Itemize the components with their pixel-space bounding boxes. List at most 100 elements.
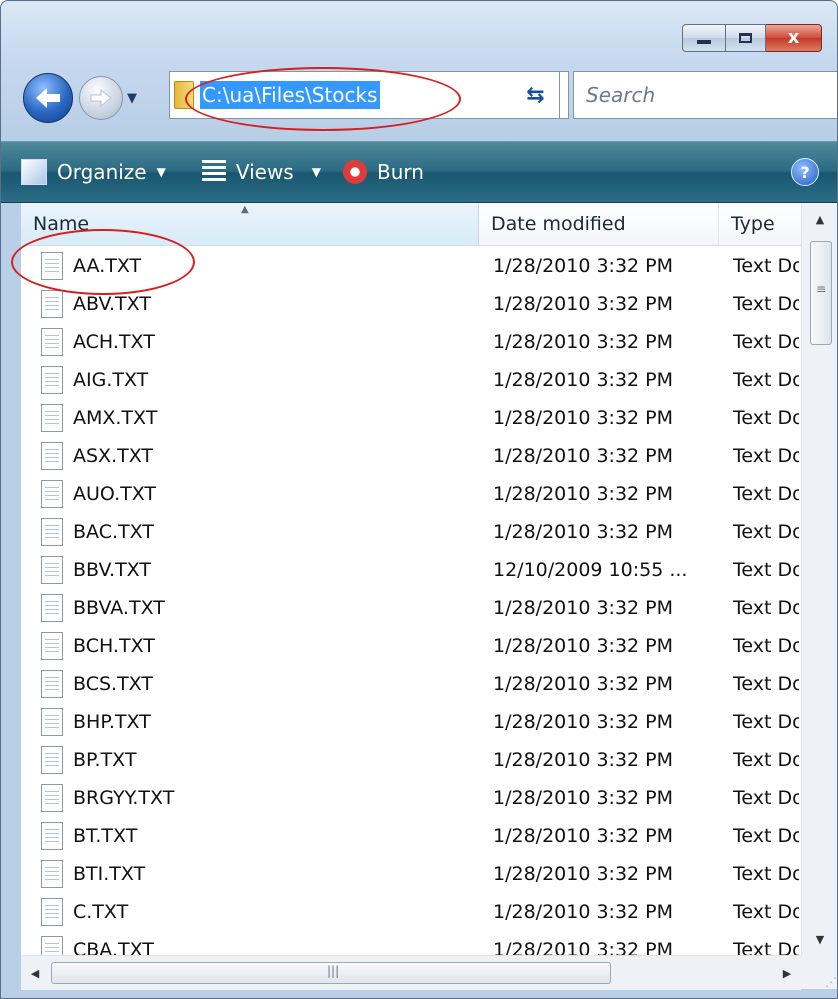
forward-button[interactable]	[79, 76, 123, 120]
column-header-date-modified[interactable]: Date modified	[479, 203, 719, 245]
file-name: ACH.TXT	[73, 331, 155, 353]
file-name: AIG.TXT	[73, 369, 149, 391]
table-row[interactable]: ABV.TXT 1/28/2010 3:32 PM Text Document	[21, 285, 801, 323]
refresh-button[interactable]: ⇆	[512, 71, 560, 119]
file-date: 1/28/2010 3:32 PM	[493, 407, 674, 429]
recent-pages-dropdown-icon[interactable]: ▼	[127, 91, 137, 106]
table-row[interactable]: AIG.TXT 1/28/2010 3:32 PM Text Document	[21, 361, 801, 399]
text-file-icon	[41, 442, 63, 470]
file-name: C.TXT	[73, 901, 129, 923]
file-date: 12/10/2009 10:55 ...	[493, 559, 688, 581]
file-type: Text Document	[733, 255, 799, 277]
table-row[interactable]: BRGYY.TXT 1/28/2010 3:32 PM Text Documen…	[21, 779, 801, 817]
file-type: Text Document	[733, 939, 799, 955]
file-date: 1/28/2010 3:32 PM	[493, 597, 674, 619]
text-file-icon	[41, 898, 63, 926]
file-type: Text Document	[733, 863, 799, 885]
file-date: 1/28/2010 3:32 PM	[493, 749, 674, 771]
address-bar[interactable]: C:\ua\Files\Stocks ▼	[169, 71, 569, 119]
file-name: BP.TXT	[73, 749, 137, 771]
refresh-icon: ⇆	[526, 82, 545, 108]
table-row[interactable]: BAC.TXT 1/28/2010 3:32 PM Text Document	[21, 513, 801, 551]
close-button[interactable]: x	[766, 24, 822, 52]
horizontal-scrollbar[interactable]: ◀ ||| ▶	[21, 955, 801, 990]
search-input[interactable]: Search	[573, 71, 837, 119]
text-file-icon	[41, 366, 63, 394]
table-row[interactable]: AMX.TXT 1/28/2010 3:32 PM Text Document	[21, 399, 801, 437]
organize-dropdown-icon: ▼	[156, 165, 166, 179]
scroll-up-icon[interactable]: ▲	[802, 203, 837, 235]
horizontal-scroll-thumb[interactable]: |||	[51, 962, 611, 984]
vertical-scrollbar[interactable]: ▲ ≡ ▼	[801, 203, 837, 955]
back-button[interactable]	[23, 73, 73, 123]
table-row[interactable]: AA.TXT 1/28/2010 3:32 PM Text Document	[21, 247, 801, 285]
table-row[interactable]: ASX.TXT 1/28/2010 3:32 PM Text Document	[21, 437, 801, 475]
text-file-icon	[41, 404, 63, 432]
table-row[interactable]: BT.TXT 1/28/2010 3:32 PM Text Document	[21, 817, 801, 855]
address-path[interactable]: C:\ua\Files\Stocks	[200, 81, 380, 109]
scroll-down-icon[interactable]: ▼	[802, 923, 837, 955]
organize-button[interactable]: Organize ▼	[21, 159, 166, 185]
help-icon: ?	[800, 162, 810, 182]
organize-icon	[21, 159, 47, 185]
vertical-scroll-thumb[interactable]: ≡	[810, 241, 832, 345]
file-type: Text Document	[733, 445, 799, 467]
file-date: 1/28/2010 3:32 PM	[493, 369, 674, 391]
table-row[interactable]: AUO.TXT 1/28/2010 3:32 PM Text Document	[21, 475, 801, 513]
file-date: 1/28/2010 3:32 PM	[493, 673, 674, 695]
table-row[interactable]: BCS.TXT 1/28/2010 3:32 PM Text Document	[21, 665, 801, 703]
table-row[interactable]: BHP.TXT 1/28/2010 3:32 PM Text Document	[21, 703, 801, 741]
table-row[interactable]: BTI.TXT 1/28/2010 3:32 PM Text Document	[21, 855, 801, 893]
scroll-right-icon[interactable]: ▶	[773, 956, 801, 990]
sort-ascending-icon: ▲	[241, 204, 249, 215]
file-type: Text Document	[733, 787, 799, 809]
column-header-row: Name ▲ Date modified Type	[21, 203, 801, 246]
file-date: 1/28/2010 3:32 PM	[493, 521, 674, 543]
file-name: BT.TXT	[73, 825, 138, 847]
forward-arrow-icon	[90, 88, 112, 108]
views-dropdown-icon: ▼	[311, 165, 321, 179]
text-file-icon	[41, 936, 63, 955]
table-row[interactable]: BBVA.TXT 1/28/2010 3:32 PM Text Document	[21, 589, 801, 627]
file-date: 1/28/2010 3:32 PM	[493, 331, 674, 353]
table-row[interactable]: CBA.TXT 1/28/2010 3:32 PM Text Document	[21, 931, 801, 955]
resize-grip-icon[interactable]: ⋰	[801, 955, 837, 989]
text-file-icon	[41, 632, 63, 660]
text-file-icon	[41, 708, 63, 736]
column-header-type[interactable]: Type	[719, 203, 801, 245]
table-row[interactable]: BCH.TXT 1/28/2010 3:32 PM Text Document	[21, 627, 801, 665]
minimize-button[interactable]	[682, 24, 726, 52]
file-type: Text Document	[733, 825, 799, 847]
table-row[interactable]: BP.TXT 1/28/2010 3:32 PM Text Document	[21, 741, 801, 779]
file-type: Text Document	[733, 483, 799, 505]
file-name: BBVA.TXT	[73, 597, 165, 619]
file-type: Text Document	[733, 293, 799, 315]
text-file-icon	[41, 822, 63, 850]
help-button[interactable]: ?	[791, 158, 819, 186]
file-name: BCS.TXT	[73, 673, 153, 695]
table-row[interactable]: ACH.TXT 1/28/2010 3:32 PM Text Document	[21, 323, 801, 361]
views-button[interactable]: Views ▼	[201, 160, 321, 184]
file-date: 1/28/2010 3:32 PM	[493, 863, 674, 885]
burn-disc-icon	[342, 160, 367, 184]
file-name: BRGYY.TXT	[73, 787, 175, 809]
text-file-icon	[41, 480, 63, 508]
file-date: 1/28/2010 3:32 PM	[493, 293, 674, 315]
file-name: BHP.TXT	[73, 711, 151, 733]
file-type: Text Document	[733, 521, 799, 543]
file-type: Text Document	[733, 635, 799, 657]
table-row[interactable]: BBV.TXT 12/10/2009 10:55 ... Text Docume…	[21, 551, 801, 589]
file-date: 1/28/2010 3:32 PM	[493, 635, 674, 657]
file-type: Text Document	[733, 749, 799, 771]
column-header-name[interactable]: Name ▲	[21, 203, 479, 245]
text-file-icon	[41, 594, 63, 622]
maximize-icon	[739, 33, 752, 43]
scroll-left-icon[interactable]: ◀	[21, 956, 49, 990]
search-placeholder: Search	[586, 83, 656, 107]
file-type: Text Document	[733, 673, 799, 695]
command-bar: Organize ▼ Views ▼ Burn ?	[1, 141, 837, 203]
maximize-button[interactable]	[726, 24, 766, 52]
table-row[interactable]: C.TXT 1/28/2010 3:32 PM Text Document	[21, 893, 801, 931]
file-date: 1/28/2010 3:32 PM	[493, 711, 674, 733]
burn-button[interactable]: Burn	[342, 160, 424, 184]
